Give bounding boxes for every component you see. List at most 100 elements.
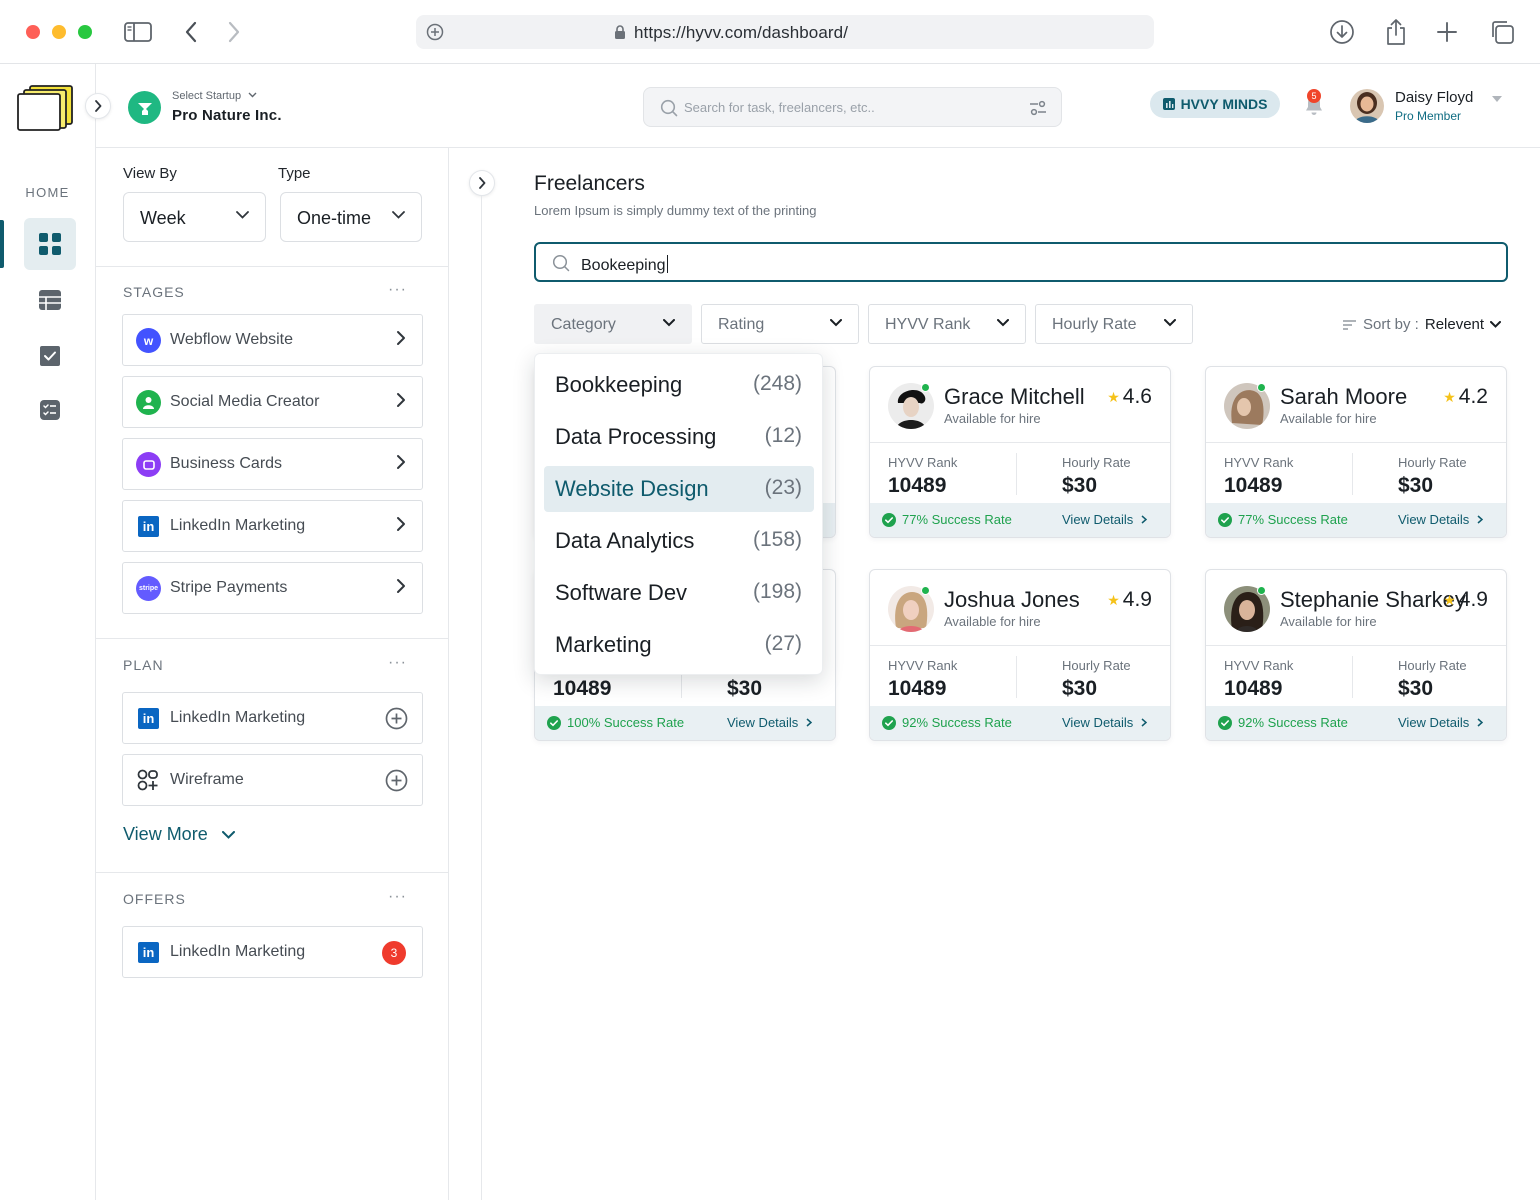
zoom-window-button[interactable] xyxy=(78,25,92,39)
minimize-window-button[interactable] xyxy=(52,25,66,39)
site-settings-icon[interactable] xyxy=(426,23,444,41)
view-by-select[interactable]: Week xyxy=(123,192,266,242)
category-option[interactable]: Software Dev (198) xyxy=(544,570,814,616)
rank-value: 10489 xyxy=(553,677,612,700)
stage-label: Webflow Website xyxy=(170,331,294,348)
filter-settings-icon[interactable] xyxy=(1029,100,1047,116)
search-icon xyxy=(660,99,678,117)
category-name: Software Dev xyxy=(555,580,688,605)
startup-select-label: Select Startup xyxy=(172,90,242,102)
user-name[interactable]: Daisy Floyd xyxy=(1395,89,1473,106)
card-icon xyxy=(136,452,161,477)
freelancer-name[interactable]: Stephanie Sharkey xyxy=(1280,587,1466,613)
stage-item-business-cards[interactable]: Business Cards xyxy=(122,438,423,490)
rank-label: HYVV Rank xyxy=(888,658,958,673)
type-select[interactable]: One-time xyxy=(280,192,422,242)
user-avatar[interactable] xyxy=(1350,89,1384,123)
freelancer-name[interactable]: Joshua Jones xyxy=(944,587,1080,613)
chevron-down-icon xyxy=(663,319,675,327)
rating-filter[interactable]: Rating xyxy=(701,304,859,344)
success-rate: 77% Success Rate xyxy=(902,512,1012,527)
category-name: Data Processing xyxy=(555,424,717,449)
collapse-panel-button[interactable] xyxy=(469,170,495,196)
filter-panel: View By Week Type One-time STAGES ··· w … xyxy=(96,148,449,1200)
stage-item-webflow[interactable]: w Webflow Website xyxy=(122,314,423,366)
rating-value: 4.2 xyxy=(1458,385,1488,408)
rate-label: Hourly Rate xyxy=(1398,455,1467,470)
new-tab-icon[interactable] xyxy=(1432,18,1462,46)
divider xyxy=(1016,453,1017,495)
hourly-rate-filter[interactable]: Hourly Rate xyxy=(1035,304,1193,344)
online-indicator xyxy=(921,586,930,595)
category-count: (27) xyxy=(764,632,802,655)
stripe-icon: stripe xyxy=(136,576,161,601)
chevron-right-icon xyxy=(1477,515,1484,524)
back-icon[interactable] xyxy=(176,18,206,46)
category-option[interactable]: Data Processing (12) xyxy=(544,414,814,460)
freelancer-search-input[interactable]: Bookeeping xyxy=(534,242,1508,282)
checklist-nav[interactable] xyxy=(24,384,76,436)
hyvv-rank-filter[interactable]: HYVV Rank xyxy=(868,304,1026,344)
category-option[interactable]: Marketing (27) xyxy=(544,622,814,668)
view-details-link[interactable]: View Details xyxy=(727,715,813,730)
dashboard-nav[interactable] xyxy=(24,218,76,270)
category-option[interactable]: Data Analytics (158) xyxy=(544,518,814,564)
chevron-down-icon xyxy=(221,830,235,839)
tasks-nav[interactable] xyxy=(24,330,76,382)
rating-value: 4.9 xyxy=(1458,588,1488,611)
stage-item-social-media[interactable]: Social Media Creator xyxy=(122,376,423,428)
check-circle-icon xyxy=(547,715,561,730)
forward-icon[interactable] xyxy=(219,18,249,46)
sort-value: Relevent xyxy=(1424,316,1485,333)
app-logo[interactable] xyxy=(16,82,76,132)
view-more-link[interactable]: View More xyxy=(123,824,235,845)
tab-overview-icon[interactable] xyxy=(1487,18,1517,46)
sort-control[interactable]: Sort by : Relevent xyxy=(1342,316,1502,333)
chevron-down-icon xyxy=(1490,321,1502,328)
startup-name[interactable]: Pro Nature Inc. xyxy=(172,107,282,124)
address-bar[interactable]: https://hyvv.com/dashboard/ xyxy=(416,15,1154,49)
category-option-selected[interactable]: Website Design (23) xyxy=(544,466,814,512)
view-details-link[interactable]: View Details xyxy=(1062,715,1148,730)
category-filter[interactable]: Category xyxy=(534,304,692,344)
close-window-button[interactable] xyxy=(26,25,40,39)
view-details-link[interactable]: View Details xyxy=(1062,512,1148,527)
view-details-link[interactable]: View Details xyxy=(1398,715,1484,730)
rating: ★ 4.6 xyxy=(1107,385,1152,409)
freelancer-card[interactable]: Joshua Jones Available for hire ★ 4.9 HYV… xyxy=(869,569,1171,741)
freelancer-name[interactable]: Grace Mitchell xyxy=(944,384,1085,410)
stage-item-linkedin[interactable]: in LinkedIn Marketing xyxy=(122,500,423,552)
check-circle-icon xyxy=(1218,512,1232,527)
user-menu-caret-icon[interactable] xyxy=(1491,95,1503,103)
text-caret xyxy=(666,255,668,273)
online-indicator xyxy=(1257,586,1266,595)
search-value: Bookeeping xyxy=(581,257,666,274)
share-icon[interactable] xyxy=(1381,18,1411,46)
offers-more-icon[interactable]: ··· xyxy=(388,888,407,906)
offer-item-linkedin[interactable]: in LinkedIn Marketing 3 xyxy=(122,926,423,978)
rank-value: 10489 xyxy=(888,474,947,497)
startup-selector[interactable]: Select Startup xyxy=(172,90,257,102)
freelancer-card[interactable]: Sarah Moore Available for hire ★ 4.2 HYVV… xyxy=(1205,366,1507,538)
category-option[interactable]: Bookkeeping (248) xyxy=(544,362,814,408)
plan-item-linkedin[interactable]: in LinkedIn Marketing xyxy=(122,692,423,744)
table-nav[interactable] xyxy=(24,274,76,326)
rank-label: HYVV Rank xyxy=(1224,658,1294,673)
freelancer-card[interactable]: Grace Mitchell Available for hire ★ 4.6 H… xyxy=(869,366,1171,538)
download-icon[interactable] xyxy=(1327,18,1357,46)
success-rate: 77% Success Rate xyxy=(1238,512,1348,527)
plan-item-wireframe[interactable]: Wireframe xyxy=(122,754,423,806)
success-rate: 100% Success Rate xyxy=(567,715,685,730)
user-role: Pro Member xyxy=(1395,109,1462,123)
view-details-link[interactable]: View Details xyxy=(1398,512,1484,527)
hvvy-minds-badge[interactable]: HVVY MINDS xyxy=(1150,90,1280,118)
freelancer-card[interactable]: Stephanie Sharkey Available for hire ★ 4.… xyxy=(1205,569,1507,741)
freelancer-name[interactable]: Sarah Moore xyxy=(1280,384,1407,410)
filter-label: Category xyxy=(551,316,616,333)
stage-item-stripe[interactable]: stripe Stripe Payments xyxy=(122,562,423,614)
sidebar-toggle-icon[interactable] xyxy=(123,18,153,46)
plan-more-icon[interactable]: ··· xyxy=(388,654,407,672)
global-search-input[interactable]: Search for task, freelancers, etc.. xyxy=(643,87,1062,127)
divider xyxy=(1016,656,1017,698)
stages-more-icon[interactable]: ··· xyxy=(388,281,407,299)
